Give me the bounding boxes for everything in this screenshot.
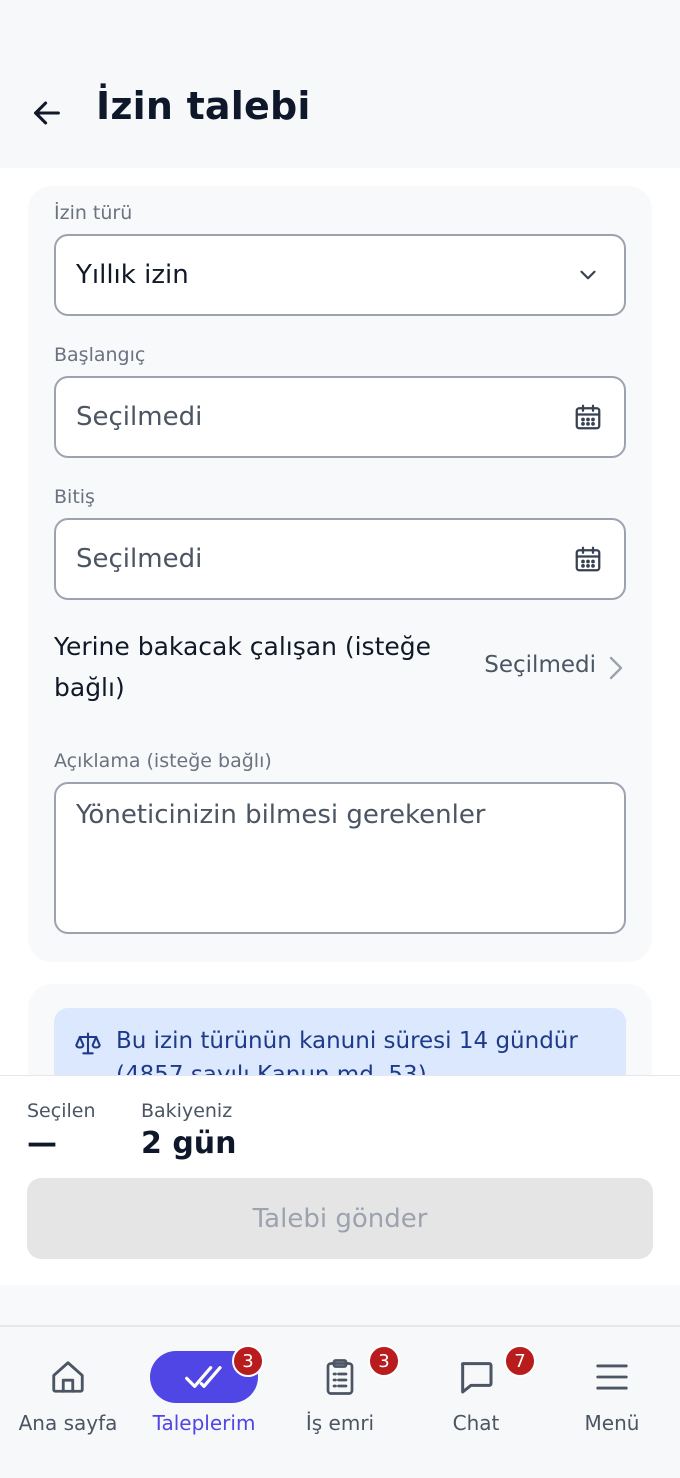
leave-type-select[interactable]: Yıllık izin (54, 234, 626, 316)
arrow-left-icon (34, 101, 60, 125)
home-icon (46, 1351, 90, 1403)
leave-type-label: İzin türü (54, 202, 133, 224)
substitute-employee-row[interactable]: Yerine bakacak çalışan (isteğe bağlı) Se… (54, 626, 626, 718)
nav-item-chat[interactable]: 7 Chat (408, 1327, 544, 1478)
submit-request-button[interactable]: Talebi gönder (27, 1178, 653, 1259)
clipboard-icon (318, 1351, 362, 1403)
requests-badge: 3 (232, 1345, 264, 1377)
description-label: Açıklama (isteğe bağlı) (54, 750, 272, 772)
legal-info-banner: Bu izin türünün kanuni süresi 14 gündür … (54, 1008, 626, 1075)
end-date-value: Seçilmedi (76, 544, 203, 574)
panel-spacer (0, 1285, 680, 1325)
nav-item-home[interactable]: Ana sayfa (0, 1327, 136, 1478)
start-date-value: Seçilmedi (76, 402, 203, 432)
selected-days-value: — (27, 1126, 57, 1161)
legal-info-text: Bu izin türünün kanuni süresi 14 gündür … (116, 1028, 578, 1075)
form-scroll-area[interactable]: İzin türü Yıllık izin Başlangıç Seçilmed… (0, 168, 680, 1075)
nav-label-home: Ana sayfa (18, 1411, 118, 1435)
page-title: İzin talebi (96, 84, 311, 128)
start-date-field[interactable]: Seçilmedi (54, 376, 626, 458)
end-date-field[interactable]: Seçilmedi (54, 518, 626, 600)
balance-label: Bakiyeniz (141, 1100, 233, 1122)
info-card: Bu izin türünün kanuni süresi 14 gündür … (28, 984, 652, 1075)
substitute-employee-label: Yerine bakacak çalışan (isteğe bağlı) (54, 632, 432, 702)
end-date-label: Bitiş (54, 486, 95, 508)
description-placeholder: Yöneticinizin bilmesi gerekenler (76, 800, 486, 830)
calendar-icon (572, 543, 604, 575)
leave-type-value: Yıllık izin (76, 260, 189, 290)
selected-days-label: Seçilen (27, 1100, 96, 1122)
nav-label-work-orders: İş emri (305, 1411, 375, 1435)
start-date-label: Başlangıç (54, 344, 146, 366)
menu-icon (590, 1351, 634, 1403)
nav-item-work-orders[interactable]: 3 İş emri (272, 1327, 408, 1478)
balance-value: 2 gün (141, 1126, 237, 1161)
substitute-employee-value: Seçilmedi (484, 652, 596, 678)
nav-label-menu: Menü (584, 1411, 640, 1435)
nav-label-chat: Chat (452, 1411, 500, 1435)
nav-item-menu[interactable]: Menü (544, 1327, 680, 1478)
work-orders-badge: 3 (368, 1345, 400, 1377)
nav-label-requests: Taleplerim (152, 1411, 256, 1435)
nav-item-requests[interactable]: 3 Taleplerim (136, 1327, 272, 1478)
chat-icon (454, 1351, 498, 1403)
leave-form-card: İzin türü Yıllık izin Başlangıç Seçilmed… (28, 186, 652, 962)
app-header: İzin talebi (0, 0, 680, 168)
description-textarea[interactable]: Yöneticinizin bilmesi gerekenler (54, 782, 626, 934)
bottom-nav: Ana sayfa 3 Taleplerim 3 İş emri 7 Chat … (0, 1325, 680, 1478)
summary-panel: Seçilen — Bakiyeniz 2 gün Talebi gönder (0, 1075, 680, 1285)
chevron-right-icon (609, 656, 623, 680)
chat-badge: 7 (504, 1345, 536, 1377)
back-button[interactable] (26, 92, 68, 134)
double-check-icon (185, 1366, 222, 1388)
calendar-icon (572, 401, 604, 433)
chevron-down-icon (572, 259, 604, 291)
scale-icon (75, 1032, 101, 1055)
